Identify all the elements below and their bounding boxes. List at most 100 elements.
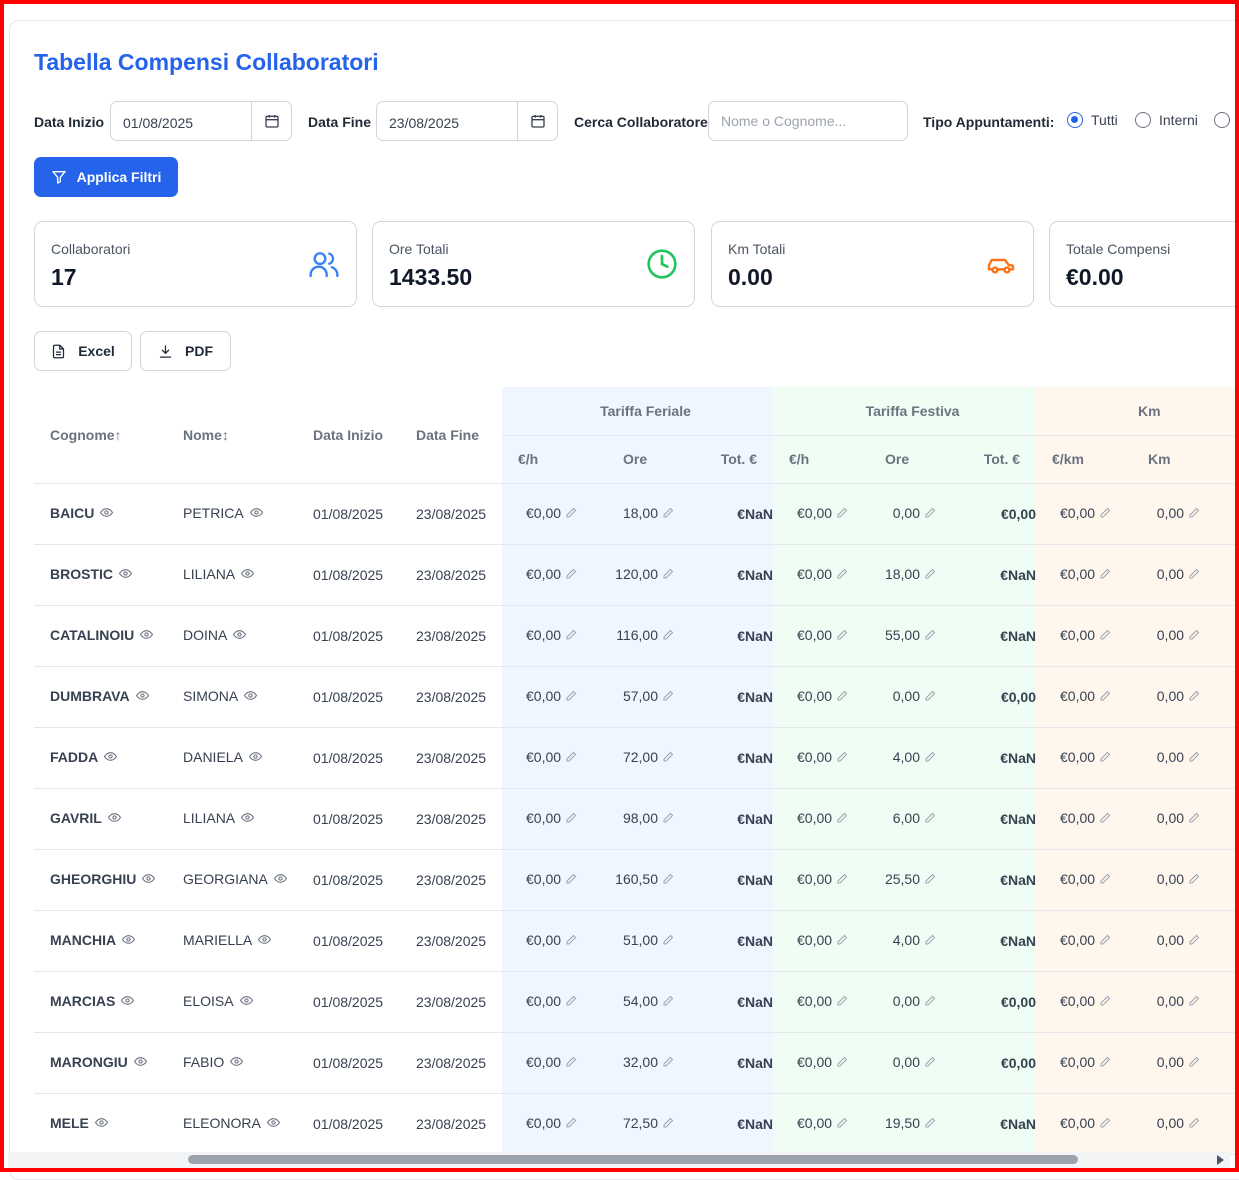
edit-icon[interactable] (1099, 689, 1111, 705)
edit-icon[interactable] (924, 811, 936, 827)
edit-icon[interactable] (1099, 1116, 1111, 1132)
excel-export-button[interactable]: Excel (34, 331, 132, 371)
radio-dot-selected[interactable] (1067, 112, 1083, 128)
cell-feriale-ore[interactable]: 54,00 (583, 971, 690, 1033)
cell-feriale-rate[interactable]: €0,00 (502, 788, 583, 850)
cell-festiva-rate[interactable]: €0,00 (773, 849, 853, 911)
scrollbar-thumb[interactable] (188, 1155, 1078, 1164)
edit-icon[interactable] (662, 1055, 674, 1071)
edit-icon[interactable] (565, 933, 577, 949)
cell-km[interactable]: 0,00 (1118, 666, 1219, 728)
cell-km-rate[interactable]: €0,00 (1036, 666, 1119, 728)
search-input[interactable] (708, 101, 908, 141)
cell-feriale-ore[interactable]: 32,00 (583, 1032, 690, 1094)
edit-icon[interactable] (836, 1116, 848, 1132)
edit-icon[interactable] (924, 933, 936, 949)
cell-feriale-ore[interactable]: 72,00 (583, 727, 690, 789)
cell-km-rate[interactable]: €0,00 (1036, 849, 1119, 911)
edit-icon[interactable] (836, 628, 848, 644)
start-date-input[interactable]: 01/08/2025 (110, 101, 292, 141)
edit-icon[interactable] (662, 567, 674, 583)
cell-km[interactable]: 0,00 (1118, 1093, 1219, 1155)
eye-icon[interactable] (142, 872, 156, 888)
eye-icon[interactable] (135, 689, 149, 705)
edit-icon[interactable] (1188, 506, 1200, 522)
eye-icon[interactable] (94, 1116, 108, 1132)
radio-third[interactable] (1214, 112, 1238, 128)
edit-icon[interactable] (924, 1116, 936, 1132)
cell-km[interactable]: 0,00 (1118, 910, 1219, 972)
cell-feriale-ore[interactable]: 18,00 (583, 483, 690, 545)
edit-icon[interactable] (924, 994, 936, 1010)
cell-festiva-ore[interactable]: 4,00 (853, 727, 952, 789)
eye-icon[interactable] (239, 994, 253, 1010)
edit-icon[interactable] (924, 567, 936, 583)
edit-icon[interactable] (836, 933, 848, 949)
cell-km[interactable]: 0,00 (1118, 849, 1219, 911)
edit-icon[interactable] (662, 811, 674, 827)
edit-icon[interactable] (565, 628, 577, 644)
edit-icon[interactable] (662, 506, 674, 522)
cell-km[interactable]: 0,00 (1118, 544, 1219, 606)
cell-festiva-rate[interactable]: €0,00 (773, 605, 853, 667)
eye-icon[interactable] (133, 1055, 147, 1071)
cell-festiva-rate[interactable]: €0,00 (773, 666, 853, 728)
cell-km-rate[interactable]: €0,00 (1036, 910, 1119, 972)
cell-festiva-rate[interactable]: €0,00 (773, 1093, 853, 1155)
cell-festiva-ore[interactable]: 0,00 (853, 971, 952, 1033)
cell-festiva-rate[interactable]: €0,00 (773, 910, 853, 972)
eye-icon[interactable] (248, 750, 263, 766)
edit-icon[interactable] (565, 1055, 577, 1071)
edit-icon[interactable] (1099, 750, 1111, 766)
cell-feriale-ore[interactable]: 120,00 (583, 544, 690, 606)
edit-icon[interactable] (924, 1055, 936, 1071)
edit-icon[interactable] (1188, 750, 1200, 766)
edit-icon[interactable] (1099, 872, 1111, 888)
edit-icon[interactable] (1188, 628, 1200, 644)
cell-feriale-rate[interactable]: €0,00 (502, 483, 583, 545)
cell-km-rate[interactable]: €0,00 (1036, 971, 1119, 1033)
cell-festiva-ore[interactable]: 18,00 (853, 544, 952, 606)
cell-feriale-rate[interactable]: €0,00 (502, 544, 583, 606)
edit-icon[interactable] (1099, 994, 1111, 1010)
edit-icon[interactable] (565, 689, 577, 705)
cell-km[interactable]: 0,00 (1118, 1032, 1219, 1094)
edit-icon[interactable] (1099, 933, 1111, 949)
cell-km[interactable]: 0,00 (1118, 727, 1219, 789)
cell-feriale-rate[interactable]: €0,00 (502, 1032, 583, 1094)
cell-feriale-rate[interactable]: €0,00 (502, 666, 583, 728)
edit-icon[interactable] (1099, 628, 1111, 644)
edit-icon[interactable] (1099, 567, 1111, 583)
eye-icon[interactable] (122, 933, 136, 949)
edit-icon[interactable] (662, 994, 674, 1010)
edit-icon[interactable] (836, 567, 848, 583)
radio-tutti[interactable]: Tutti (1067, 112, 1118, 128)
eye-icon[interactable] (233, 628, 247, 644)
cell-festiva-rate[interactable]: €0,00 (773, 544, 853, 606)
edit-icon[interactable] (662, 628, 674, 644)
cell-festiva-ore[interactable]: 6,00 (853, 788, 952, 850)
edit-icon[interactable] (565, 994, 577, 1010)
edit-icon[interactable] (662, 933, 674, 949)
cell-festiva-ore[interactable]: 0,00 (853, 483, 952, 545)
cell-km[interactable]: 0,00 (1118, 605, 1219, 667)
cell-feriale-ore[interactable]: 57,00 (583, 666, 690, 728)
edit-icon[interactable] (836, 1055, 848, 1071)
edit-icon[interactable] (924, 872, 936, 888)
cell-km-rate[interactable]: €0,00 (1036, 605, 1119, 667)
edit-icon[interactable] (662, 872, 674, 888)
scroll-right-arrow[interactable] (1217, 1155, 1224, 1165)
edit-icon[interactable] (1188, 567, 1200, 583)
apply-filters-button[interactable]: Applica Filtri (34, 157, 178, 197)
cell-km-rate[interactable]: €0,00 (1036, 1093, 1119, 1155)
pdf-export-button[interactable]: PDF (140, 331, 231, 371)
radio-dot[interactable] (1135, 112, 1151, 128)
edit-icon[interactable] (924, 628, 936, 644)
cell-festiva-ore[interactable]: 4,00 (853, 910, 952, 972)
edit-icon[interactable] (1099, 1055, 1111, 1071)
horizontal-scrollbar[interactable] (8, 1152, 1230, 1168)
cell-km-rate[interactable]: €0,00 (1036, 788, 1119, 850)
edit-icon[interactable] (1188, 1055, 1200, 1071)
cell-festiva-ore[interactable]: 25,50 (853, 849, 952, 911)
edit-icon[interactable] (565, 506, 577, 522)
